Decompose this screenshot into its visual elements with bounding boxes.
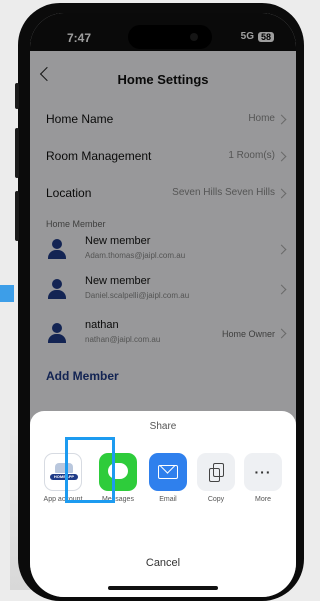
- mute-switch: [15, 83, 19, 109]
- share-label: More: [255, 496, 271, 503]
- share-more[interactable]: ··· More: [240, 453, 286, 503]
- volume-up-button: [15, 128, 19, 178]
- email-icon: [149, 453, 187, 491]
- copy-icon: [197, 453, 235, 491]
- share-email[interactable]: Email: [145, 453, 191, 503]
- share-label: Copy: [207, 496, 225, 503]
- home-indicator[interactable]: [108, 586, 218, 590]
- cancel-button[interactable]: Cancel: [30, 557, 296, 569]
- more-icon: ···: [244, 453, 282, 491]
- volume-down-button: [15, 191, 19, 241]
- share-copy[interactable]: Copy: [193, 453, 239, 503]
- share-label: Email: [159, 496, 177, 503]
- phone-screen: 7:47 5G 58 Home Settings Home Name Home …: [30, 13, 296, 597]
- messages-highlight-box: [65, 437, 115, 503]
- share-title: Share: [149, 421, 177, 432]
- more-dots: ···: [254, 464, 272, 480]
- background-accent: [0, 285, 14, 302]
